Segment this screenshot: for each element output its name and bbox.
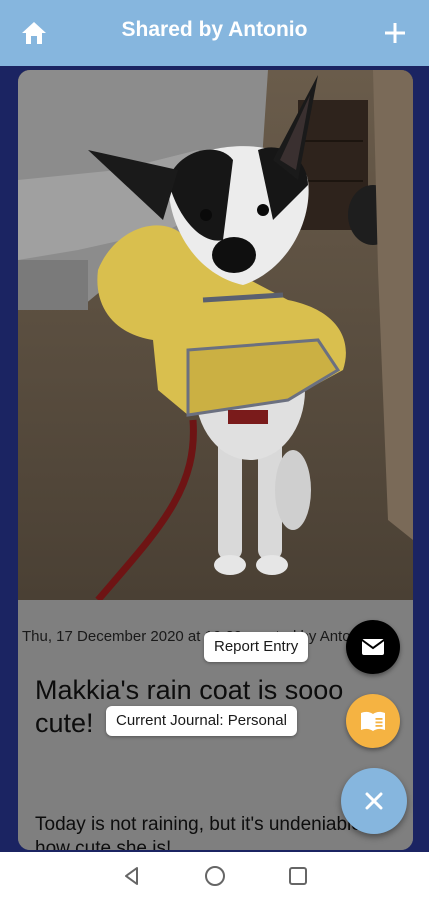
nav-recents-button[interactable]: [278, 856, 318, 896]
current-journal-button[interactable]: [346, 694, 400, 748]
close-icon: [365, 792, 383, 810]
nav-home-button[interactable]: [195, 856, 235, 896]
close-menu-button[interactable]: [341, 768, 407, 834]
add-button[interactable]: [375, 13, 415, 53]
home-button[interactable]: [14, 13, 54, 53]
entry-text: Today is not raining, but it's undeniabl…: [35, 814, 362, 850]
nav-back-button[interactable]: [112, 856, 152, 896]
back-icon: [124, 867, 138, 885]
current-journal-label[interactable]: Current Journal: Personal: [106, 706, 297, 736]
page-title: Shared by Antonio: [121, 18, 308, 41]
home-circle-icon: [204, 866, 225, 886]
entry-photo: [18, 70, 413, 600]
mail-icon: [361, 639, 385, 655]
system-nav-bar: [0, 852, 429, 900]
entry-meta: Thu, 17 December 2020 at 10:29 created b…: [22, 628, 371, 645]
book-icon: [361, 711, 385, 731]
recents-icon: [288, 867, 307, 885]
app-bar: Shared by Antonio: [0, 0, 429, 66]
report-entry-button[interactable]: [346, 620, 400, 674]
plus-icon: [385, 23, 405, 43]
home-icon: [22, 22, 46, 44]
report-entry-label[interactable]: Report Entry: [204, 632, 309, 662]
